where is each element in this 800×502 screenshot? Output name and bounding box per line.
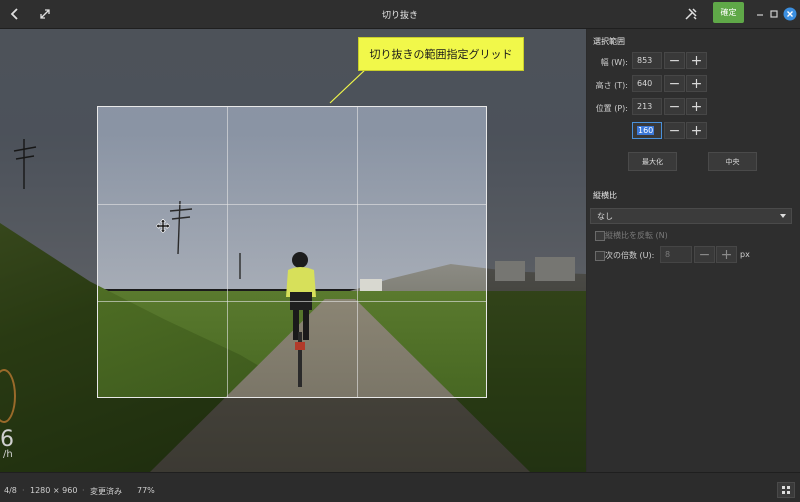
position-y-input[interactable]: 160 (632, 122, 662, 139)
window-title: 切り抜き (381, 11, 418, 21)
maximize-button[interactable]: 最大化 (628, 152, 677, 171)
dim-overlay-left (0, 106, 97, 398)
overlay-dial-unit: /h (3, 449, 13, 460)
position-y-value: 160 (637, 126, 655, 135)
image-dimensions: 1280 × 960 (30, 486, 78, 495)
height-input[interactable]: 640 (632, 75, 662, 92)
position-label: 位置 (P): (595, 104, 628, 113)
callout-pointer (329, 69, 367, 104)
back-icon[interactable] (6, 5, 24, 23)
callout-label: 切り抜きの範囲指定グリッド (358, 37, 524, 71)
width-decrement-button[interactable]: − (664, 52, 685, 69)
crop-frame[interactable] (97, 106, 487, 398)
invert-aspect-label: 縦横比を反転 (N) (605, 231, 668, 240)
image-index: 4/8 (4, 486, 17, 495)
invert-aspect-checkbox[interactable] (595, 231, 605, 241)
status-separator: · (22, 486, 25, 495)
multiple-increment-button[interactable]: + (716, 246, 737, 263)
dim-overlay-right (487, 106, 586, 398)
dim-overlay-bottom (0, 398, 586, 472)
modified-status: 変更済み (90, 487, 122, 496)
status-separator: · (82, 486, 85, 495)
width-increment-button[interactable]: + (686, 52, 707, 69)
aspect-ratio-value: なし (597, 211, 613, 221)
multiple-checkbox[interactable] (595, 251, 605, 261)
tools-icon[interactable] (682, 5, 700, 23)
fullscreen-icon[interactable] (36, 5, 54, 23)
close-icon[interactable] (781, 5, 799, 23)
selection-section-title: 選択範囲 (593, 37, 625, 46)
height-decrement-button[interactable]: − (664, 75, 685, 92)
zoom-level: 77% (137, 486, 155, 495)
grid-line-v1 (227, 107, 228, 397)
aspect-section-title: 縦横比 (593, 191, 617, 200)
position-x-increment-button[interactable]: + (686, 98, 707, 115)
height-label: 高さ (T): (595, 81, 628, 90)
image-canvas[interactable]: 6 /h (0, 29, 586, 472)
aspect-ratio-select[interactable]: なし (590, 208, 792, 224)
multiple-unit: px (740, 250, 750, 259)
height-increment-button[interactable]: + (686, 75, 707, 92)
position-x-input[interactable]: 213 (632, 98, 662, 115)
center-button[interactable]: 中央 (708, 152, 757, 171)
position-y-increment-button[interactable]: + (686, 122, 707, 139)
multiple-label: 次の倍数 (U): (605, 251, 655, 260)
grid-view-icon[interactable] (777, 482, 795, 498)
multiple-input[interactable]: 8 (660, 246, 692, 263)
grid-line-v2 (357, 107, 358, 397)
status-bar: 4/8 · 1280 × 960 · 変更済み 77% (0, 472, 800, 502)
position-y-decrement-button[interactable]: − (664, 122, 685, 139)
move-cursor-icon (155, 218, 171, 234)
width-input[interactable]: 853 (632, 52, 662, 69)
confirm-button[interactable]: 確定 (713, 2, 744, 23)
multiple-decrement-button[interactable]: − (694, 246, 715, 263)
grid-line-h1 (98, 204, 486, 205)
width-label: 幅 (W): (600, 58, 628, 67)
position-x-decrement-button[interactable]: − (664, 98, 685, 115)
grid-line-h2 (98, 301, 486, 302)
dropdown-arrow-icon (779, 212, 787, 222)
title-bar: 切り抜き 確定 (0, 0, 800, 29)
